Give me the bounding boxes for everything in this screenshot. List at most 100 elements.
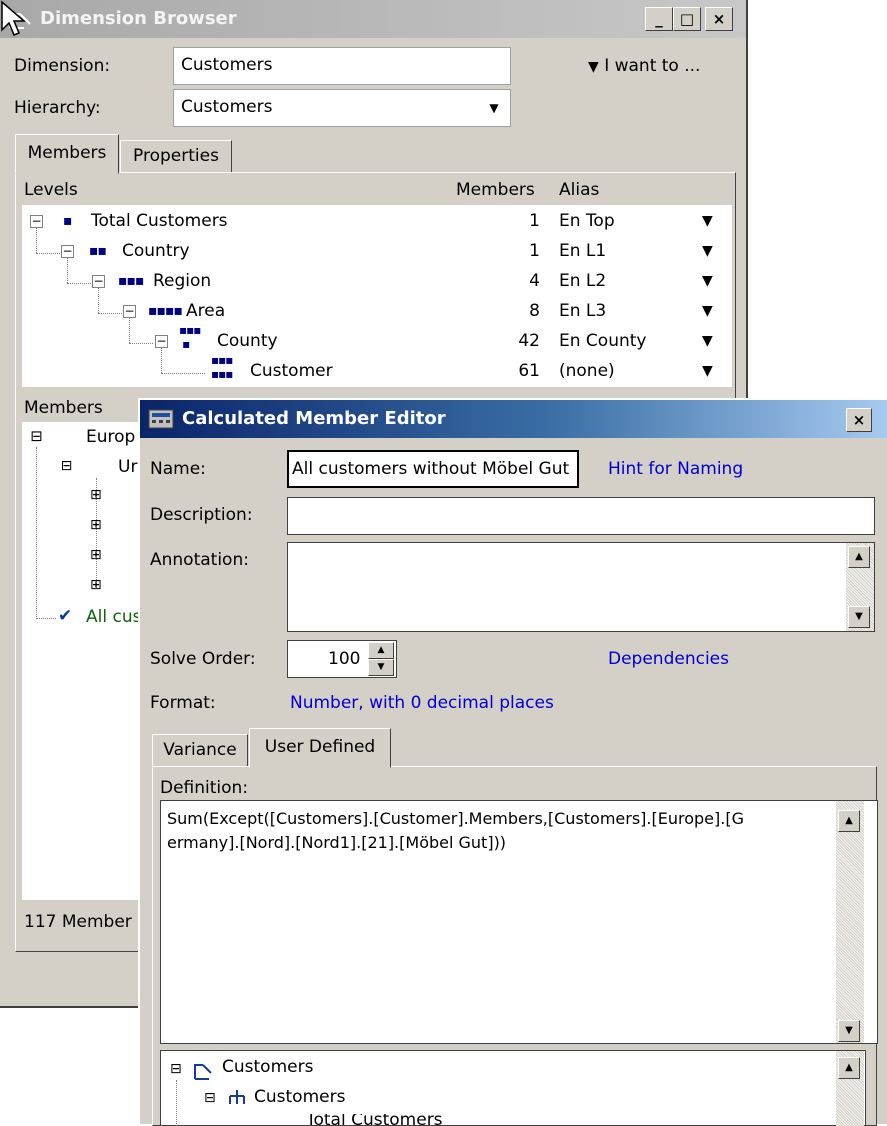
level-name: Region — [153, 271, 212, 291]
hierarchy-select[interactable]: Customers — [173, 89, 511, 127]
dimension-icon — [194, 1064, 212, 1080]
scroll-up-icon[interactable]: ▲ — [838, 1057, 860, 1079]
chevron-down-icon[interactable]: ▼ — [702, 236, 713, 266]
level-3-icon: ▪▪▪ — [118, 273, 144, 289]
tree-line — [36, 447, 37, 617]
levels-column-header: Levels — [24, 180, 78, 200]
close-icon: × — [712, 10, 726, 28]
scroll-up-icon[interactable]: ▲ — [838, 810, 860, 832]
tab-user-defined[interactable]: User Defined — [249, 728, 391, 768]
member-europe[interactable]: Europ — [86, 427, 135, 447]
close-icon: × — [852, 411, 866, 429]
scroll-down-icon[interactable]: ▼ — [838, 1020, 860, 1042]
increment-icon[interactable]: ▲ — [368, 642, 394, 659]
collapse-icon[interactable]: − — [92, 275, 105, 288]
collapse-icon[interactable]: ⊟ — [204, 1090, 216, 1106]
editor-close-button[interactable]: × — [846, 408, 872, 432]
chevron-down-icon[interactable]: ▼ — [482, 94, 506, 122]
expand-icon[interactable]: ⊞ — [90, 517, 102, 533]
collapse-icon[interactable]: − — [30, 215, 43, 228]
tab-variance[interactable]: Variance — [152, 734, 248, 768]
i-want-to-label: I want to ... — [604, 56, 701, 76]
level-row[interactable]: − ▪▪▪ ▪ County 42 En County ▼ — [22, 323, 732, 356]
expand-icon[interactable]: ⊞ — [90, 487, 102, 503]
solve-order-label: Solve Order: — [150, 649, 256, 669]
collapse-icon[interactable]: ⊟ — [60, 459, 73, 474]
collapse-icon[interactable]: ⊟ — [30, 429, 43, 444]
collapse-icon[interactable]: − — [61, 245, 74, 258]
maximize-button[interactable]: □ — [673, 7, 701, 31]
description-input[interactable] — [287, 497, 875, 535]
scroll-down-icon[interactable]: ▼ — [848, 606, 870, 628]
member-united[interactable]: Ur — [118, 457, 137, 477]
collapse-icon[interactable]: ⊟ — [170, 1061, 182, 1077]
level-member-count: 61 — [518, 361, 540, 381]
chevron-down-icon[interactable]: ▼ — [702, 206, 713, 236]
dimension-browser-titlebar[interactable]: Dimension Browser _ □ × — [0, 0, 746, 38]
collapse-icon[interactable]: − — [155, 335, 168, 348]
level-row[interactable]: − ▪▪▪ Region 4 En L2 ▼ — [22, 266, 732, 296]
level-alias: (none) — [559, 361, 615, 381]
level-name: Customer — [250, 361, 333, 381]
definition-line-1: Sum(Except([Customers].[Customer].Member… — [167, 809, 744, 828]
expand-icon[interactable]: ⊞ — [90, 577, 102, 593]
tree-partial-total-customers: Total Customers — [306, 1114, 443, 1126]
i-want-to-menu[interactable]: ▼ I want to ... — [588, 56, 700, 76]
chevron-down-icon[interactable]: ▼ — [702, 296, 713, 326]
hierarchy-icon — [229, 1090, 245, 1104]
definition-scrollbar[interactable] — [836, 801, 864, 1043]
tab-members[interactable]: Members — [15, 134, 119, 174]
level-alias: En County — [559, 331, 647, 351]
level-row[interactable]: ▪▪▪ ▪▪▪ Customer 61 (none) ▼ — [22, 353, 732, 386]
format-link[interactable]: Number, with 0 decimal places — [290, 693, 554, 713]
minimize-button[interactable]: _ — [645, 7, 673, 31]
chevron-down-icon[interactable]: ▼ — [702, 266, 713, 296]
hint-for-naming-link[interactable]: Hint for Naming — [608, 459, 743, 479]
description-label: Description: — [150, 505, 253, 525]
dimension-field[interactable]: Customers — [173, 47, 511, 85]
name-input[interactable]: All customers without Möbel Gut — [287, 450, 579, 488]
tree-partial-row: Total Customers — [240, 1114, 540, 1126]
expand-icon[interactable]: ⊞ — [90, 547, 102, 563]
members-column-header: Members — [456, 180, 535, 200]
annotation-textarea[interactable] — [287, 542, 875, 632]
chevron-down-icon[interactable]: ▼ — [702, 356, 713, 386]
solve-order-stepper[interactable]: 100 ▲ ▼ — [287, 640, 397, 678]
calculator-icon — [148, 409, 174, 429]
level-member-count: 4 — [529, 271, 540, 291]
level-alias: En L2 — [559, 271, 607, 291]
checkmark-icon: ✔ — [58, 606, 73, 626]
level-6-icon: ▪▪▪ ▪▪▪ — [211, 353, 233, 381]
level-alias: En L3 — [559, 301, 607, 321]
level-1-icon: ▪ — [63, 213, 72, 229]
chevron-down-icon[interactable]: ▼ — [702, 326, 713, 356]
level-row[interactable]: − ▪▪▪▪ Area 8 En L3 ▼ — [22, 296, 732, 326]
editor-titlebar[interactable]: Calculated Member Editor — [140, 400, 887, 438]
member-all-customers[interactable]: All cus — [86, 607, 141, 627]
editor-title: Calculated Member Editor — [182, 408, 446, 429]
chevron-down-icon: ▼ — [588, 59, 599, 75]
tree-root-customers[interactable]: Customers — [222, 1057, 313, 1077]
level-member-count: 1 — [529, 241, 540, 261]
level-row[interactable]: − ▪▪ Country 1 En L1 ▼ — [22, 236, 732, 266]
level-row[interactable]: − ▪ Total Customers 1 En Top ▼ — [22, 206, 732, 236]
dependencies-link[interactable]: Dependencies — [608, 649, 729, 669]
level-name: Total Customers — [91, 211, 228, 231]
definition-textarea[interactable]: Sum(Except([Customers].[Customer].Member… — [160, 800, 878, 1044]
alias-column-header: Alias — [559, 180, 600, 200]
scroll-up-icon[interactable]: ▲ — [848, 546, 870, 568]
level-name: Area — [186, 301, 226, 321]
minimize-icon: _ — [655, 10, 663, 28]
tree-child-customers[interactable]: Customers — [254, 1087, 345, 1107]
close-button[interactable]: × — [705, 7, 733, 31]
tree-line — [176, 1080, 177, 1126]
name-label: Name: — [150, 459, 206, 479]
decrement-icon[interactable]: ▼ — [368, 659, 394, 676]
calculated-member-editor-window: Calculated Member Editor × Name: All cus… — [138, 398, 887, 1126]
maximize-icon: □ — [679, 10, 695, 28]
tab-properties[interactable]: Properties — [120, 140, 232, 174]
collapse-icon[interactable]: − — [123, 305, 136, 318]
hierarchy-label: Hierarchy: — [14, 98, 101, 118]
level-name: County — [217, 331, 278, 351]
format-label: Format: — [150, 693, 216, 713]
